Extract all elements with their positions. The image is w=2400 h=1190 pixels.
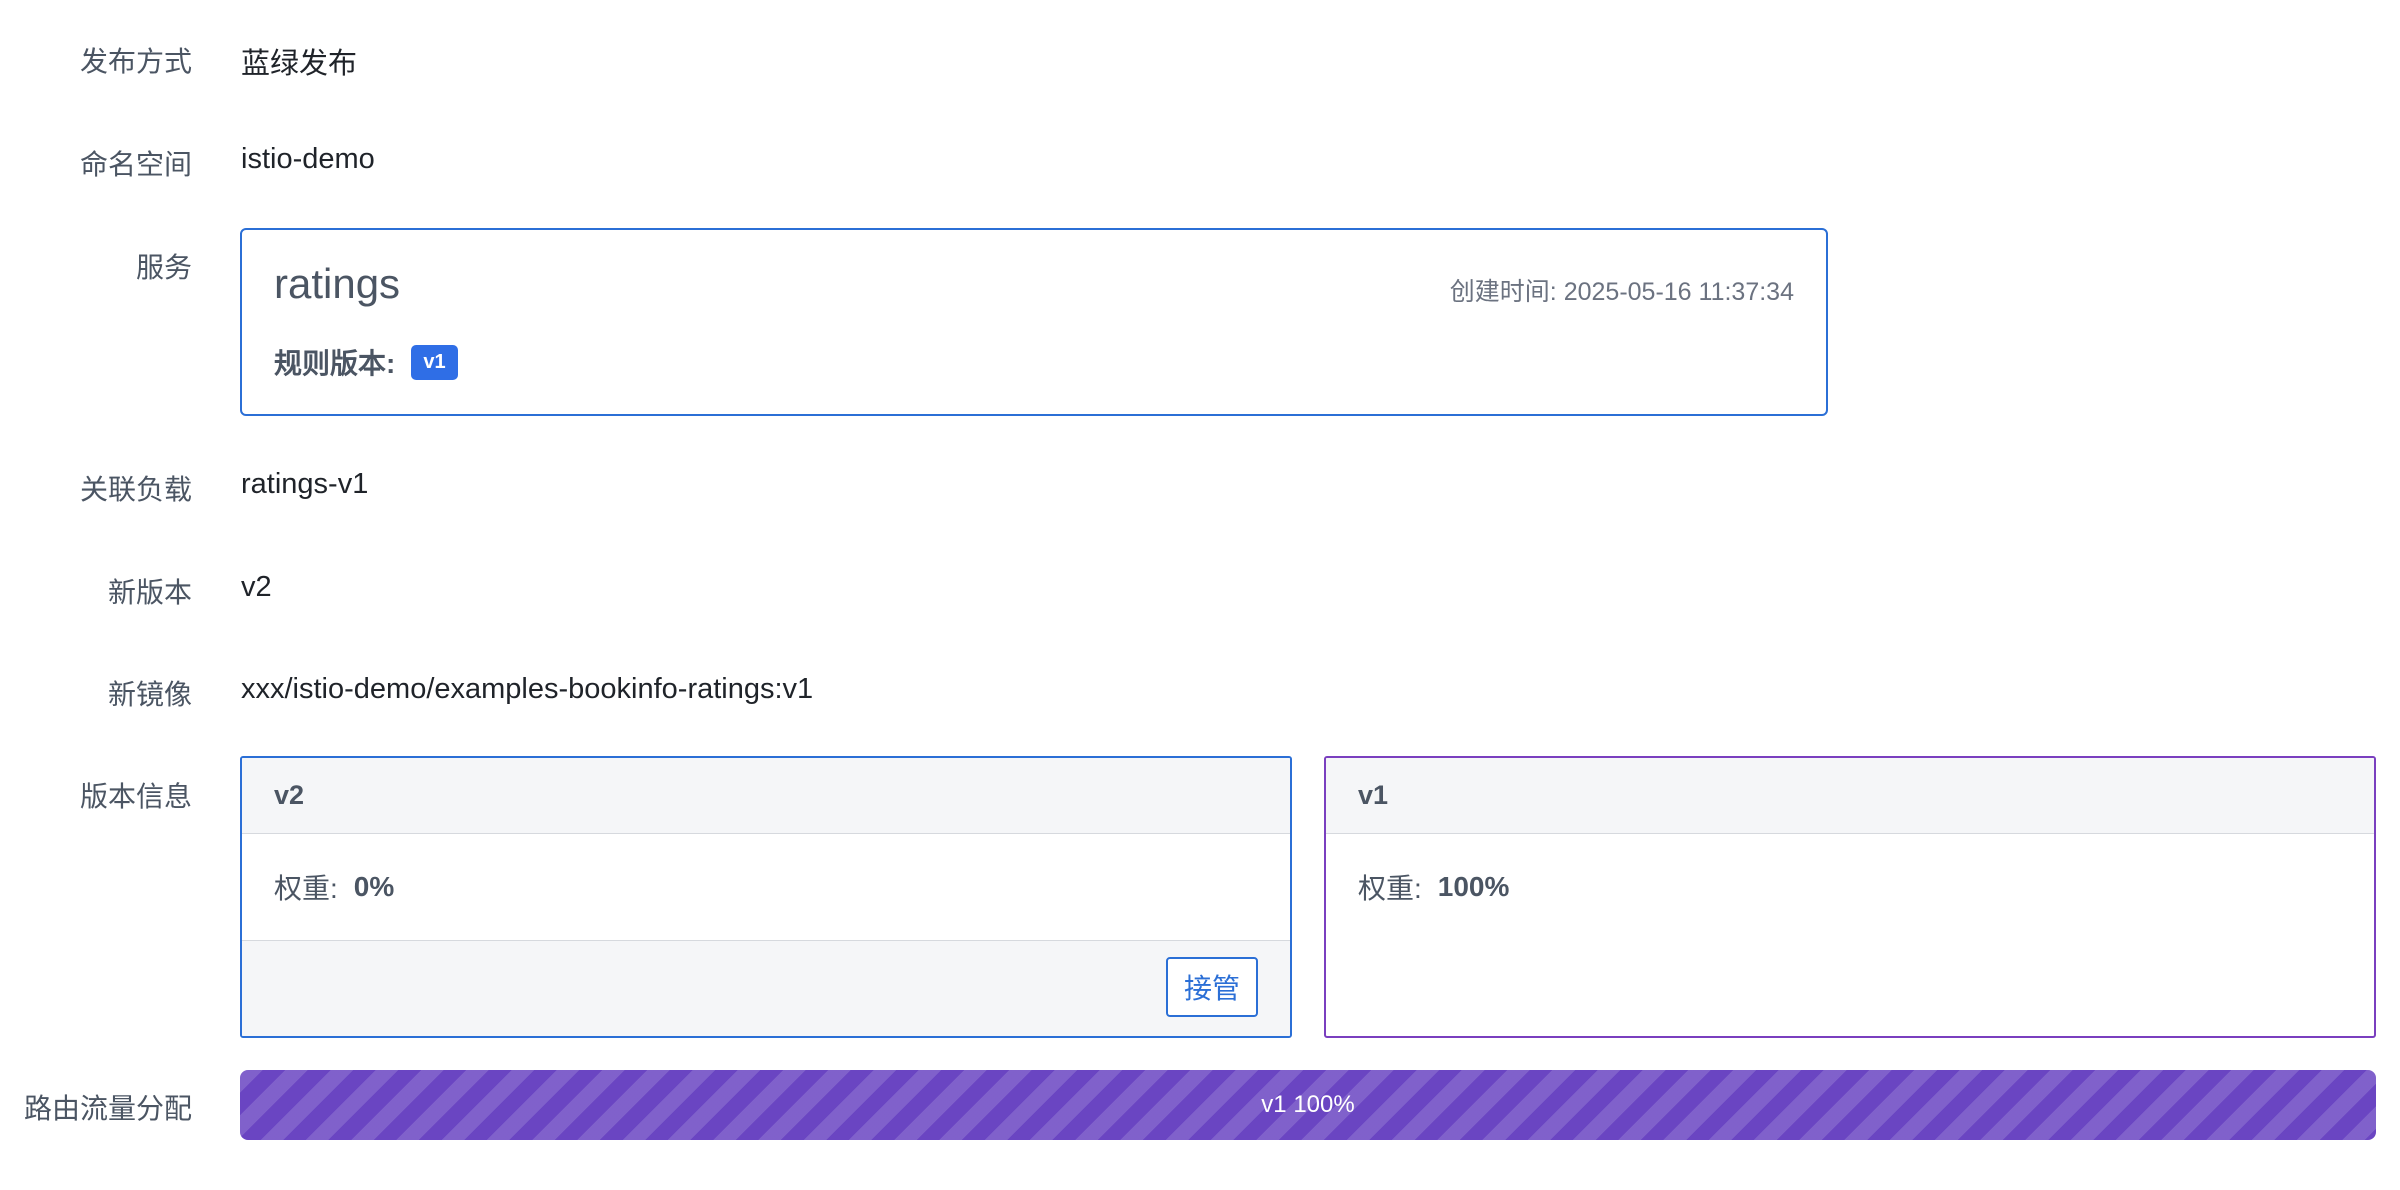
traffic-segment-v1: v1 100%	[240, 1070, 2376, 1140]
service-created-time: 创建时间: 2025-05-16 11:37:34	[1450, 272, 1794, 308]
namespace-value: istio-demo	[241, 143, 375, 175]
weight-value: 0%	[353, 871, 395, 902]
new-version-value: v2	[241, 571, 272, 603]
version-card-weight: 权重: 100%	[1326, 834, 2374, 940]
service-label: 服务	[135, 252, 192, 283]
version-info-label: 版本信息	[79, 781, 192, 812]
service-card: ratings 创建时间: 2025-05-16 11:37:34 规则版本: …	[240, 228, 1828, 416]
new-image-value: xxx/istio-demo/examples-bookinfo-ratings…	[241, 673, 814, 705]
workload-label: 关联负载	[79, 474, 192, 505]
namespace-label: 命名空间	[79, 149, 192, 180]
rule-version-label: 规则版本:	[274, 348, 396, 379]
release-method-label: 发布方式	[79, 46, 192, 77]
traffic-label: 路由流量分配	[23, 1093, 192, 1124]
weight-label: 权重:	[1358, 873, 1422, 904]
version-card-v2: v2 权重: 0% 接管	[240, 756, 1292, 1038]
version-card-v1: v1 权重: 100%	[1324, 756, 2376, 1038]
rule-version-row: 规则版本: v1	[274, 342, 458, 382]
version-card-weight: 权重: 0%	[242, 834, 1290, 940]
created-time-label: 创建时间:	[1449, 278, 1564, 306]
created-time-value: 2025-05-16 11:37:34	[1563, 278, 1794, 306]
weight-label: 权重:	[274, 873, 338, 904]
takeover-button[interactable]: 接管	[1166, 957, 1258, 1017]
release-method-value: 蓝绿发布	[241, 48, 358, 80]
weight-value: 100%	[1437, 871, 1510, 902]
workload-value: ratings-v1	[241, 468, 369, 500]
rule-version-badge: v1	[411, 344, 458, 380]
version-card-header: v2	[242, 758, 1290, 834]
version-card-footer: 接管	[242, 940, 1290, 1036]
service-name: ratings	[274, 260, 401, 307]
new-version-label: 新版本	[107, 577, 192, 608]
traffic-progress-bar: v1 100%	[240, 1070, 2376, 1140]
new-image-label: 新镜像	[107, 679, 192, 710]
version-card-header: v1	[1326, 758, 2374, 834]
